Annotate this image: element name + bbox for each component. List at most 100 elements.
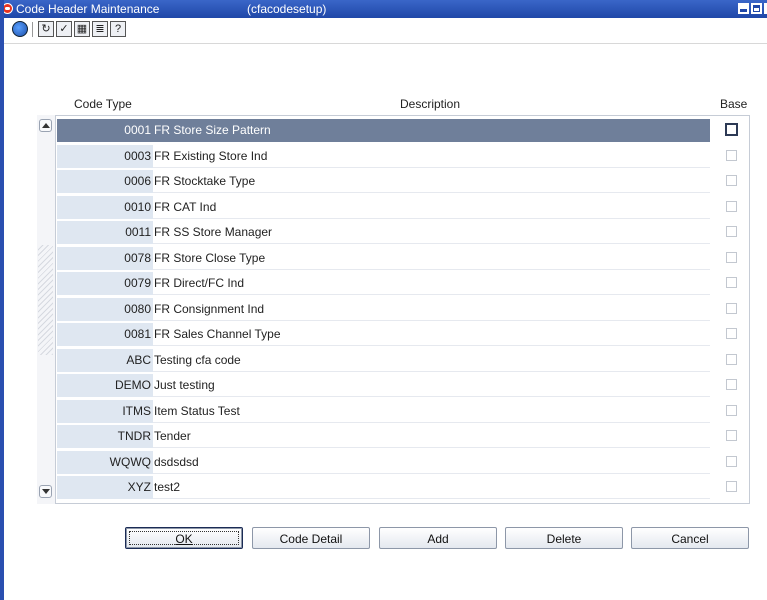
base-cell — [714, 374, 749, 397]
description-cell[interactable]: FR Stocktake Type — [153, 170, 710, 193]
base-cell — [714, 145, 749, 168]
base-checkbox[interactable] — [726, 404, 737, 416]
table-row[interactable]: 0079 FR Direct/FC Ind — [57, 271, 749, 297]
vertical-scrollbar[interactable] — [37, 115, 56, 504]
code-type-cell[interactable]: 0006 — [57, 170, 153, 193]
base-checkbox[interactable] — [726, 353, 737, 365]
base-cell — [714, 451, 749, 474]
code-type-cell[interactable]: WQWQ — [57, 450, 153, 474]
minimize-icon[interactable] — [738, 3, 749, 14]
table-row[interactable]: WQWQ dsdsdsd — [57, 450, 749, 476]
code-type-cell[interactable]: 0081 — [57, 323, 153, 346]
code-detail-button[interactable]: Code Detail — [252, 527, 370, 549]
scroll-down-icon[interactable] — [39, 485, 52, 498]
ok-button[interactable]: OK — [125, 527, 243, 549]
table-row[interactable]: DEMO Just testing — [57, 373, 749, 399]
base-checkbox[interactable] — [726, 200, 737, 212]
base-cell — [714, 298, 749, 321]
column-header-code-type: Code Type — [74, 97, 132, 111]
toolbar-divider — [32, 22, 33, 37]
code-type-cell[interactable]: ABC — [57, 348, 153, 372]
base-checkbox[interactable] — [725, 123, 738, 136]
toolbar: ↻ ✓ ▦ ≣ ? — [4, 18, 767, 42]
base-checkbox[interactable] — [726, 302, 737, 314]
maximize-icon[interactable] — [751, 3, 762, 14]
table-row[interactable]: TNDR Tender — [57, 424, 749, 450]
check-icon[interactable]: ✓ — [56, 21, 72, 37]
code-type-cell[interactable]: 0010 — [57, 195, 153, 219]
base-cell — [714, 476, 749, 499]
column-header-base: Base — [720, 97, 748, 111]
base-checkbox[interactable] — [726, 175, 737, 186]
table-row[interactable]: ITMS Item Status Test — [57, 399, 749, 425]
window-title: Code Header Maintenance — [16, 2, 160, 16]
globe-icon[interactable] — [12, 21, 28, 37]
calendar-icon[interactable]: ▦ — [74, 21, 90, 37]
code-type-cell[interactable]: 0003 — [57, 144, 153, 168]
base-checkbox[interactable] — [726, 149, 737, 161]
base-checkbox[interactable] — [726, 455, 737, 467]
table-row[interactable]: 0001 FR Store Size Pattern — [57, 118, 749, 144]
table-row[interactable]: XYZ test2 — [57, 475, 749, 501]
description-cell[interactable]: FR Store Close Type — [153, 246, 710, 270]
table-row[interactable]: 0003 FR Existing Store Ind — [57, 144, 749, 170]
description-cell[interactable]: FR Direct/FC Ind — [153, 272, 710, 295]
base-checkbox[interactable] — [726, 481, 737, 492]
description-cell[interactable]: Tender — [153, 425, 710, 448]
description-cell[interactable]: FR Consignment Ind — [153, 297, 710, 321]
description-cell[interactable]: FR Existing Store Ind — [153, 144, 710, 168]
table-body: 0001 FR Store Size Pattern 0003 FR Existing… — [57, 118, 749, 501]
base-cell — [714, 425, 749, 448]
window-frame — [0, 0, 4, 600]
notes-icon[interactable]: ≣ — [92, 21, 108, 37]
delete-button[interactable]: Delete — [505, 527, 623, 549]
base-cell — [714, 170, 749, 193]
code-type-cell[interactable]: 0078 — [57, 246, 153, 270]
code-type-cell[interactable]: XYZ — [57, 476, 153, 499]
table-row[interactable]: ABC Testing cfa code — [57, 348, 749, 374]
description-cell[interactable]: test2 — [153, 476, 710, 499]
code-header-maintenance-window: Code Header Maintenance (cfacodesetup) ↻… — [0, 0, 767, 600]
table-row[interactable]: 0011 FR SS Store Manager — [57, 220, 749, 246]
table-row[interactable]: 0078 FR Store Close Type — [57, 246, 749, 272]
help-icon[interactable]: ? — [110, 21, 126, 37]
code-type-cell[interactable]: 0011 — [57, 221, 153, 244]
table-row[interactable]: 0081 FR Sales Channel Type — [57, 322, 749, 348]
base-checkbox[interactable] — [726, 328, 737, 339]
form-name: (cfacodesetup) — [247, 2, 327, 16]
scroll-thumb[interactable] — [38, 245, 53, 355]
refresh-icon[interactable]: ↻ — [38, 21, 54, 37]
add-button[interactable]: Add — [379, 527, 497, 549]
title-bar[interactable]: Code Header Maintenance (cfacodesetup) — [0, 0, 767, 18]
code-type-cell[interactable]: DEMO — [57, 374, 153, 397]
description-cell[interactable]: Item Status Test — [153, 399, 710, 423]
base-checkbox[interactable] — [726, 379, 737, 390]
base-cell — [714, 119, 749, 142]
code-type-cell[interactable]: ITMS — [57, 399, 153, 423]
description-cell[interactable]: FR Store Size Pattern — [153, 119, 710, 142]
description-cell[interactable]: Just testing — [153, 374, 710, 397]
scroll-up-icon[interactable] — [39, 119, 52, 132]
code-type-cell[interactable]: TNDR — [57, 425, 153, 448]
base-cell — [714, 272, 749, 295]
description-cell[interactable]: dsdsdsd — [153, 450, 710, 474]
base-checkbox[interactable] — [726, 226, 737, 237]
base-cell — [714, 221, 749, 244]
base-cell — [714, 247, 749, 270]
table-row[interactable]: 0080 FR Consignment Ind — [57, 297, 749, 323]
description-cell[interactable]: FR CAT Ind — [153, 195, 710, 219]
description-cell[interactable]: FR SS Store Manager — [153, 221, 710, 244]
cancel-button[interactable]: Cancel — [631, 527, 749, 549]
table-row[interactable]: 0006 FR Stocktake Type — [57, 169, 749, 195]
base-checkbox[interactable] — [726, 430, 737, 441]
table-row[interactable]: 0010 FR CAT Ind — [57, 195, 749, 221]
base-checkbox[interactable] — [726, 277, 737, 288]
base-cell — [714, 400, 749, 423]
base-checkbox[interactable] — [726, 251, 737, 263]
code-type-cell[interactable]: 0001 — [57, 119, 153, 142]
description-cell[interactable]: Testing cfa code — [153, 348, 710, 372]
base-cell — [714, 196, 749, 219]
description-cell[interactable]: FR Sales Channel Type — [153, 323, 710, 346]
code-type-cell[interactable]: 0079 — [57, 272, 153, 295]
code-type-cell[interactable]: 0080 — [57, 297, 153, 321]
